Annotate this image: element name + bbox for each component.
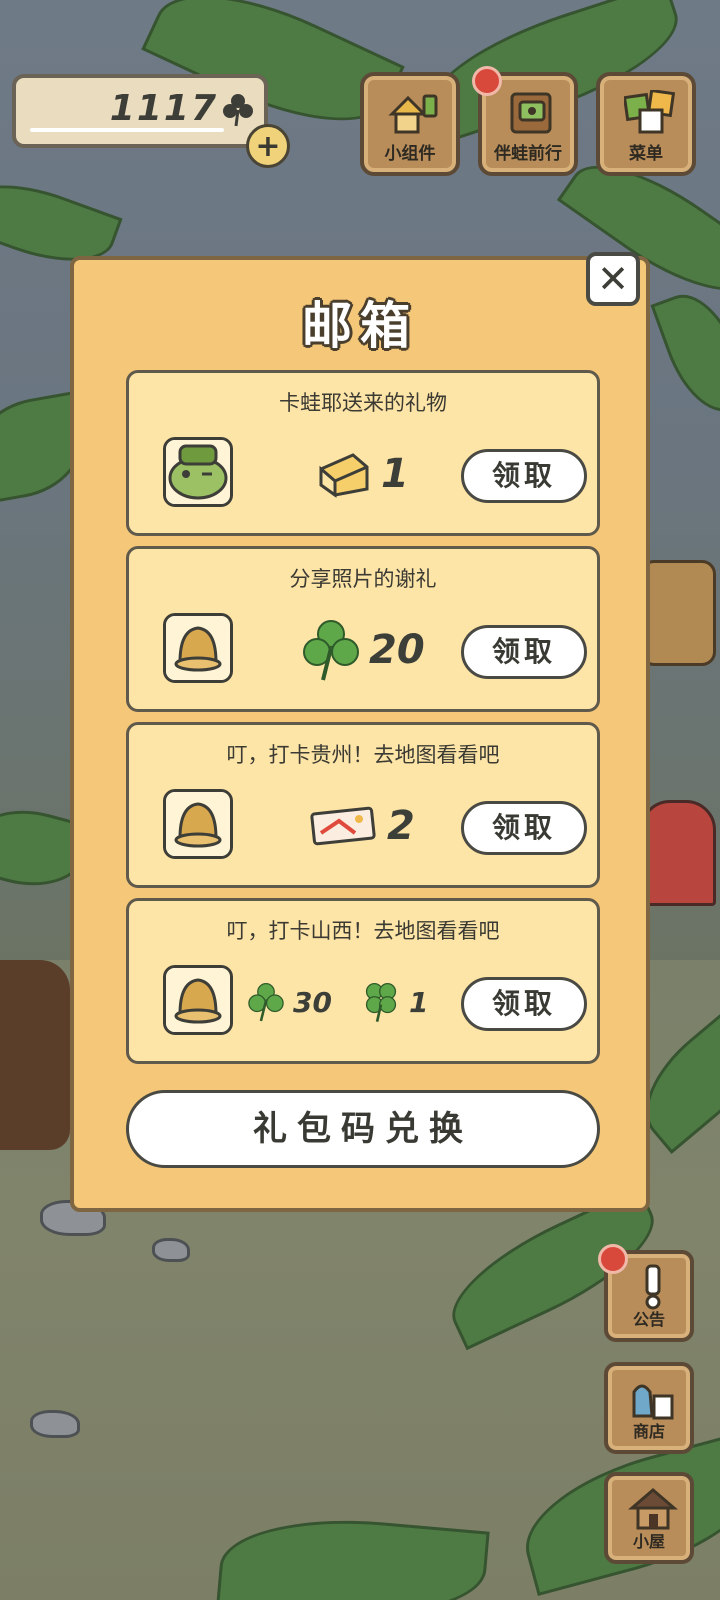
reward-quantity: 30 (293, 985, 332, 1019)
reward-item: 2 (309, 791, 415, 861)
widget-label: 小组件 (384, 144, 436, 164)
mail-title: 卡蛙耶送来的礼物 (279, 391, 447, 415)
reward-quantity: 1 (409, 985, 429, 1019)
mailbox-title: 邮箱 (302, 297, 418, 355)
close-icon: ✕ (597, 257, 629, 301)
menu-label: 菜单 (629, 144, 663, 164)
reward-quantity: 20 (369, 627, 425, 673)
ticket-icon (310, 806, 376, 846)
clover-count: 1117 (109, 88, 218, 129)
redeem-gift-code-button[interactable]: 礼包码兑换 (126, 1090, 600, 1168)
bell-icon (166, 792, 230, 856)
claim-button[interactable]: 领取 (461, 625, 587, 679)
mailbox-panel: 邮箱 卡蛙耶送来的礼物 1 领取 分享照片的谢礼 20 领取 叮，打卡贵州！去地… (70, 256, 650, 1212)
claim-button[interactable]: 领取 (461, 449, 587, 503)
cheese-icon (319, 453, 369, 498)
close-button[interactable]: ✕ (586, 252, 640, 306)
menu-icon (624, 90, 676, 134)
rock-decoration (30, 1410, 80, 1438)
announcement-icon (645, 1264, 661, 1310)
clover-icon (223, 94, 253, 127)
travel-label: 伴蛙前行 (494, 144, 562, 164)
mail-item: 叮，打卡贵州！去地图看看吧 2 领取 (126, 722, 600, 888)
travel-book-icon (510, 92, 552, 134)
sender-avatar (163, 437, 233, 507)
house-button[interactable]: 小屋 (604, 1472, 694, 1564)
mail-item: 卡蛙耶送来的礼物 1 领取 (126, 370, 600, 536)
shop-icon (632, 1384, 674, 1420)
house-icon (628, 1488, 678, 1530)
sender-avatar (163, 613, 233, 683)
dirt-patch (0, 960, 70, 1150)
bell-icon (166, 616, 230, 680)
clover-bar (30, 128, 224, 132)
lantern-decoration (640, 560, 716, 666)
reward-quantity: 2 (387, 803, 415, 849)
sender-avatar (163, 965, 233, 1035)
mail-item: 叮，打卡山西！去地图看看吧 30 1 领取 (126, 898, 600, 1064)
mailbox-structure (640, 800, 716, 906)
clover-counter: 1117 (12, 74, 268, 148)
add-clover-button[interactable]: + (246, 124, 290, 168)
reward-item: 1 (361, 967, 428, 1037)
house-label: 小屋 (632, 1532, 665, 1551)
reward-item: 20 (301, 615, 425, 685)
widget-icon (388, 94, 438, 134)
frog-friend-icon (166, 440, 230, 504)
claim-button[interactable]: 领取 (461, 977, 587, 1031)
shop-button[interactable]: 商店 (604, 1362, 694, 1454)
reward-item: 30 (247, 967, 332, 1037)
announcement-label: 公告 (632, 1310, 665, 1329)
clover-icon (248, 983, 284, 1022)
rock-decoration (152, 1238, 190, 1262)
mail-title: 分享照片的谢礼 (289, 567, 437, 591)
reward-item: 1 (317, 439, 409, 509)
widget-button[interactable]: 小组件 (360, 72, 460, 176)
mail-item: 分享照片的谢礼 20 领取 (126, 546, 600, 712)
reward-quantity: 1 (381, 451, 409, 497)
notification-badge (472, 66, 502, 96)
menu-button[interactable]: 菜单 (596, 72, 696, 176)
shop-label: 商店 (632, 1422, 665, 1441)
sender-avatar (163, 789, 233, 859)
mail-title: 叮，打卡贵州！去地图看看吧 (226, 743, 500, 767)
notification-badge (598, 1244, 628, 1274)
claim-button[interactable]: 领取 (461, 801, 587, 855)
clover-icon (303, 620, 359, 681)
mail-title: 叮，打卡山西！去地图看看吧 (226, 919, 500, 943)
four-leaf-clover-icon (365, 982, 397, 1022)
bell-icon (166, 968, 230, 1032)
